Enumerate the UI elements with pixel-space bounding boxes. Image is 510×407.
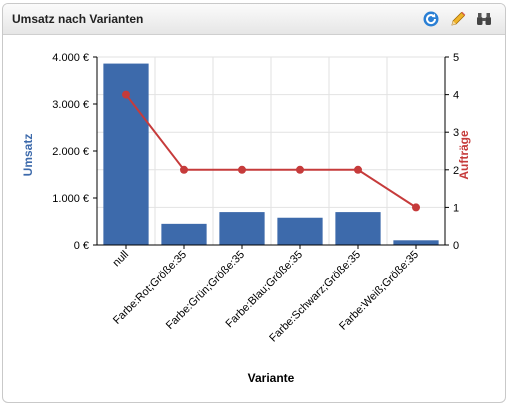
y-tick-label: 1.000 €: [52, 193, 89, 205]
bar-1: [161, 223, 207, 245]
y-tick-label: 4.000 €: [52, 52, 89, 64]
grid-lines: [96, 56, 446, 246]
combo-chart: 0 €1.000 €2.000 €3.000 €4.000 €012345nul…: [21, 52, 471, 385]
bar-5: [393, 240, 439, 245]
y2-tick-label: 1: [453, 202, 459, 214]
line-point-0: [122, 90, 130, 99]
x-axis-label: Variante: [248, 371, 295, 385]
line-point-3: [296, 165, 304, 174]
bar-3: [277, 217, 323, 245]
x-tick-label: null: [111, 249, 132, 270]
bar-4: [335, 212, 381, 245]
y2-tick-label: 4: [453, 90, 459, 102]
line-point-2: [238, 165, 246, 174]
line-point-4: [354, 165, 362, 174]
line-point-1: [180, 165, 188, 174]
line-point-5: [412, 203, 420, 212]
y2-axis-label: Aufträge: [457, 130, 471, 180]
y2-tick-label: 5: [453, 52, 459, 64]
chart-widget: Umsatz nach Varianten 0 € 1.000 € 2.000 …: [2, 3, 506, 403]
y-tick-label: 3.000 €: [52, 99, 89, 111]
y-tick-label: 0 €: [74, 240, 89, 252]
bar-2: [219, 212, 265, 245]
y-axis-label: Umsatz: [21, 134, 35, 177]
y-tick-label: 2.000 €: [52, 146, 89, 158]
y2-tick-label: 0: [453, 240, 459, 252]
